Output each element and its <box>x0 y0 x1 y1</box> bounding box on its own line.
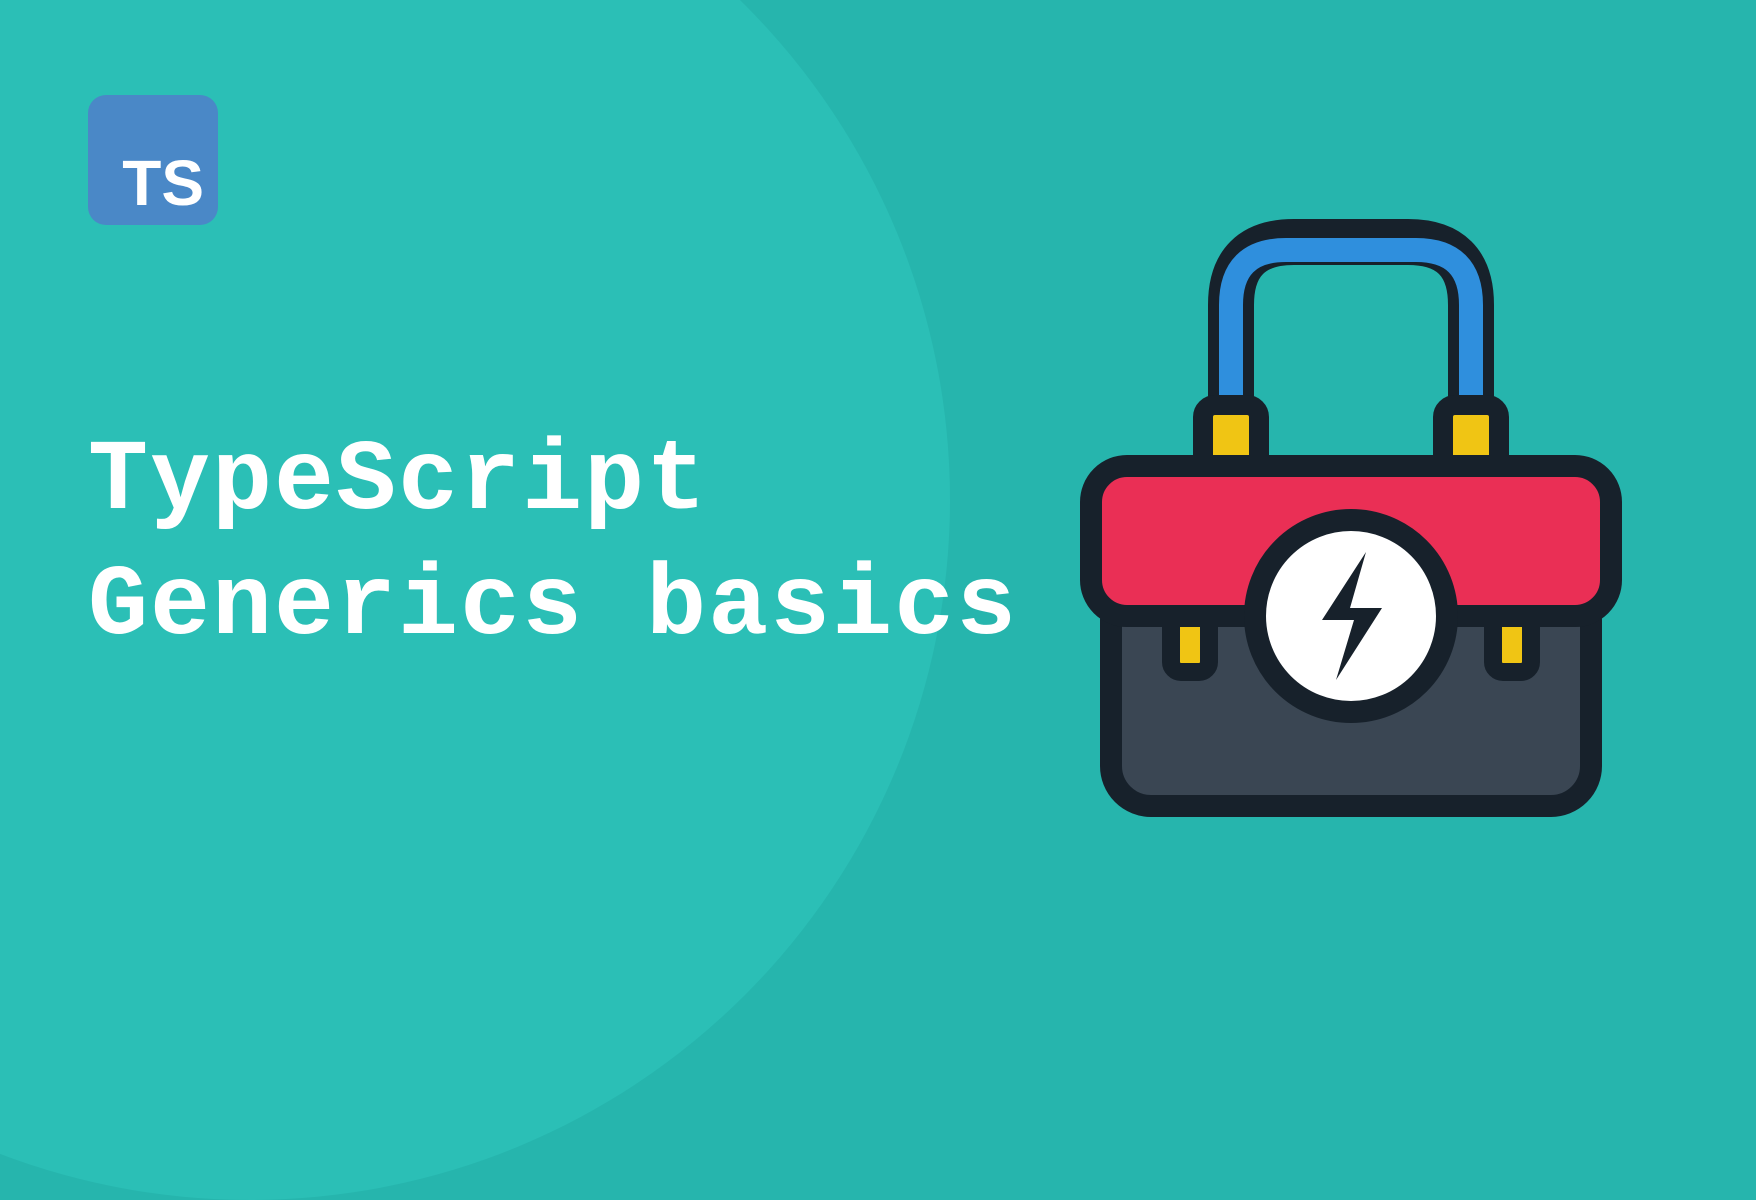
page-title: TypeScript Generics basics <box>88 420 1018 670</box>
typescript-badge-label: TS <box>122 151 204 215</box>
title-line-1: TypeScript <box>88 420 1018 545</box>
typescript-badge: TS <box>88 95 218 225</box>
title-line-2: Generics basics <box>88 545 1018 670</box>
toolbox-icon <box>1056 190 1646 830</box>
